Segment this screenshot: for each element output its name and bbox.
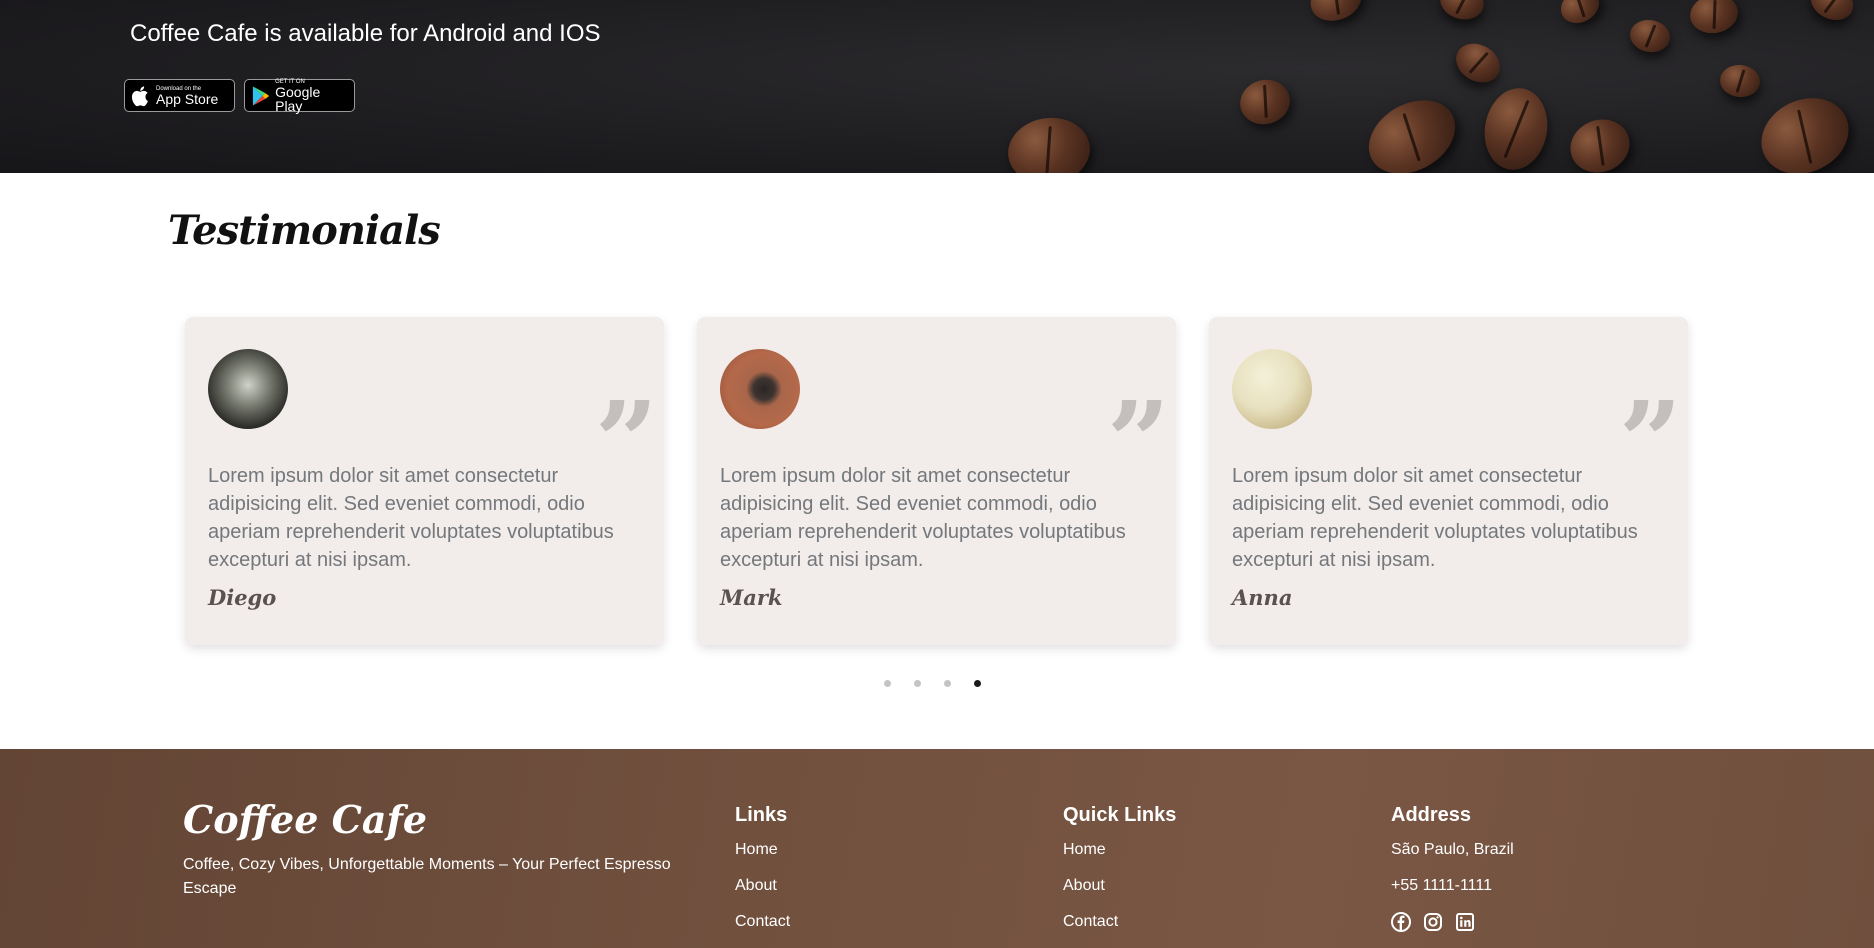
testimonial-card: ” Lorem ipsum dolor sit amet consectetur…: [697, 317, 1176, 645]
facebook-icon[interactable]: [1391, 912, 1411, 932]
testimonial-author: Mark: [720, 585, 783, 610]
testimonial-card: ” Lorem ipsum dolor sit amet consectetur…: [1209, 317, 1688, 645]
address-city: São Paulo, Brazil: [1391, 841, 1514, 858]
footer-quicklink-contact[interactable]: Contact: [1063, 912, 1176, 932]
footer-link-about[interactable]: About: [735, 876, 790, 896]
testimonial-text: Lorem ipsum dolor sit amet consectetur a…: [720, 465, 1126, 571]
carousel-dot[interactable]: [944, 680, 951, 687]
app-download-banner: Coffee Cafe is available for Android and…: [0, 0, 1874, 173]
carousel-dot-active[interactable]: [974, 680, 981, 687]
testimonial-text: Lorem ipsum dolor sit amet consectetur a…: [1232, 465, 1638, 571]
banner-title: Coffee Cafe is available for Android and…: [130, 20, 601, 47]
coffee-bean-decoration: [1436, 0, 1488, 25]
avatar: [720, 349, 800, 429]
google-play-big-text: Google Play: [275, 83, 321, 114]
testimonial-author: Anna: [1232, 585, 1293, 610]
testimonials-heading: Testimonials: [168, 207, 441, 254]
coffee-bean-decoration: [1003, 112, 1095, 173]
footer-links-column: Links Home About Contact: [735, 804, 790, 948]
coffee-bean-decoration: [1554, 0, 1606, 30]
linkedin-icon[interactable]: [1455, 912, 1475, 932]
app-store-big-text: App Store: [156, 90, 219, 107]
google-play-icon: [252, 85, 270, 106]
avatar: [1232, 349, 1312, 429]
instagram-icon[interactable]: [1423, 912, 1443, 932]
footer-quick-links-column: Quick Links Home About Contact: [1063, 804, 1176, 948]
coffee-bean-decoration: [1749, 84, 1861, 173]
social-links: [1391, 912, 1514, 932]
footer-link-contact[interactable]: Contact: [735, 912, 790, 932]
footer-address-column: Address São Paulo, Brazil +55 1111-1111: [1391, 804, 1514, 932]
footer-address-heading: Address: [1391, 804, 1472, 826]
google-play-button[interactable]: GET IT ON Google Play: [244, 79, 355, 114]
coffee-bean-decoration: [1804, 0, 1860, 27]
coffee-bean-decoration: [1449, 35, 1507, 91]
site-footer: Coffee Cafe Coffee, Cozy Vibes, Unforget…: [0, 749, 1874, 948]
footer-tagline: Coffee, Cozy Vibes, Unforgettable Moment…: [183, 856, 671, 897]
coffee-bean-decoration: [1627, 16, 1673, 56]
quote-icon: ”: [1106, 387, 1170, 457]
coffee-bean-decoration: [1304, 0, 1368, 28]
address-phone: +55 1111-1111: [1391, 877, 1492, 894]
coffee-bean-decoration: [1478, 83, 1554, 173]
testimonial-text: Lorem ipsum dolor sit amet consectetur a…: [208, 465, 614, 571]
footer-quicklink-about[interactable]: About: [1063, 876, 1176, 896]
testimonial-author: Diego: [208, 585, 277, 610]
footer-link-home[interactable]: Home: [735, 840, 790, 860]
testimonial-card: ” Lorem ipsum dolor sit amet consectetur…: [185, 317, 664, 645]
coffee-bean-decoration: [1718, 63, 1762, 99]
footer-brand-logo[interactable]: Coffee Cafe: [183, 797, 427, 842]
carousel-dot[interactable]: [914, 680, 921, 687]
carousel-dot[interactable]: [884, 680, 891, 687]
app-store-button[interactable]: Download on the App Store: [124, 79, 235, 112]
footer-links-heading: Links: [735, 804, 788, 826]
coffee-bean-decoration: [1355, 85, 1469, 173]
quote-icon: ”: [594, 387, 658, 457]
carousel-pagination: [884, 680, 981, 687]
footer-quick-links-heading: Quick Links: [1063, 804, 1177, 826]
footer-quicklink-home[interactable]: Home: [1063, 840, 1176, 860]
coffee-bean-decoration: [1562, 111, 1638, 173]
apple-icon: [131, 85, 148, 106]
coffee-bean-decoration: [1235, 74, 1295, 130]
avatar: [208, 349, 288, 429]
coffee-bean-decoration: [1687, 0, 1741, 37]
quote-icon: ”: [1618, 387, 1682, 457]
